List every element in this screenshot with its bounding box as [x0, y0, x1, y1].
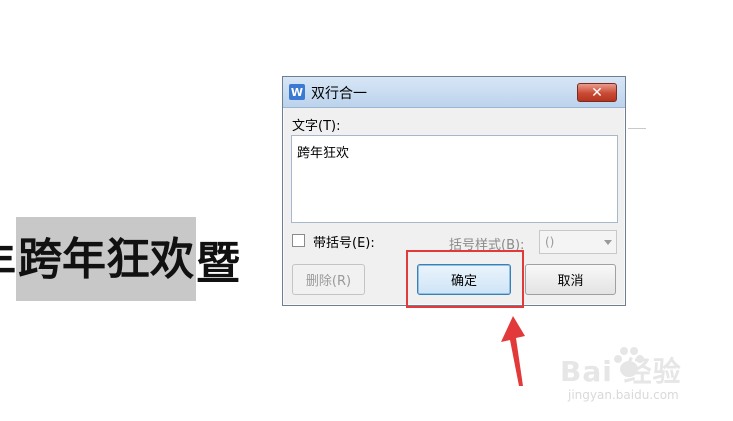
- dialog-title: 双行合一: [311, 86, 367, 102]
- ok-button-highlight-box: [406, 250, 524, 308]
- document-text-before: 年: [0, 227, 16, 291]
- chevron-down-icon: [604, 240, 612, 245]
- text-input[interactable]: 跨年狂欢: [291, 135, 618, 223]
- close-icon: ✕: [591, 84, 603, 101]
- delete-button: 删除(R): [292, 264, 365, 295]
- bracket-style-select: (): [539, 230, 617, 254]
- document-selected-text[interactable]: 跨年狂欢: [16, 217, 196, 301]
- pointer-arrow-icon: [501, 316, 525, 386]
- dialog-titlebar[interactable]: W 双行合一 ✕: [283, 77, 625, 108]
- text-field-label: 文字(T):: [292, 119, 341, 134]
- baidu-watermark-site: jingyan.baidu.com: [568, 388, 679, 402]
- bracket-checkbox[interactable]: [292, 234, 305, 247]
- bracket-checkbox-label[interactable]: 带括号(E):: [313, 232, 375, 251]
- document-text-after: 暨: [196, 238, 240, 289]
- document-text-line: 年跨年狂欢暨: [0, 214, 240, 304]
- document-divider: [628, 128, 646, 129]
- close-button[interactable]: ✕: [577, 83, 617, 102]
- baidu-paw-icon: [614, 347, 644, 377]
- cancel-button[interactable]: 取消: [525, 264, 616, 295]
- wps-writer-icon: W: [289, 84, 305, 100]
- bracket-style-value: (): [545, 235, 555, 249]
